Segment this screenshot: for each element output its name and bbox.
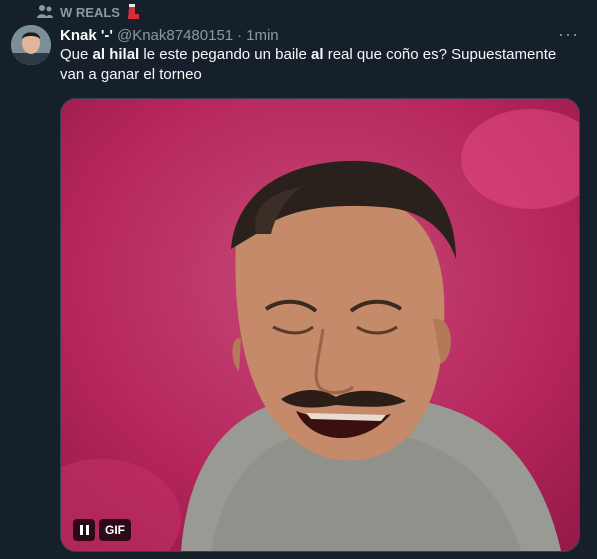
text-bold-2: al (311, 46, 324, 63)
more-dots-icon[interactable]: ··· (558, 25, 579, 43)
context-label: W REALS (60, 4, 120, 20)
social-context[interactable]: W REALS (36, 3, 140, 21)
tweet-header: Knak '-' @Knak87480151 · 1min (60, 25, 577, 45)
text-bold-1: al hilal (92, 46, 140, 63)
tweet-gif-media[interactable]: GIF (60, 98, 580, 552)
author-name[interactable]: Knak '-' (60, 27, 113, 44)
text-part-1: Que (60, 46, 93, 63)
people-icon (36, 4, 54, 20)
separator-dot: · (237, 26, 243, 44)
pause-icon[interactable] (73, 519, 95, 541)
gif-controls: GIF (73, 519, 131, 541)
red-boot-icon (126, 4, 140, 20)
author-avatar[interactable] (11, 25, 51, 65)
gif-badge: GIF (99, 519, 131, 541)
tweet-time[interactable]: 1min (246, 27, 279, 44)
author-handle[interactable]: @Knak87480151 (117, 27, 233, 44)
gif-image (61, 99, 579, 551)
tweet-text: Que al hilal le este pegando un baile al… (60, 45, 575, 85)
text-part-3: le este pegando un baile (139, 46, 312, 63)
